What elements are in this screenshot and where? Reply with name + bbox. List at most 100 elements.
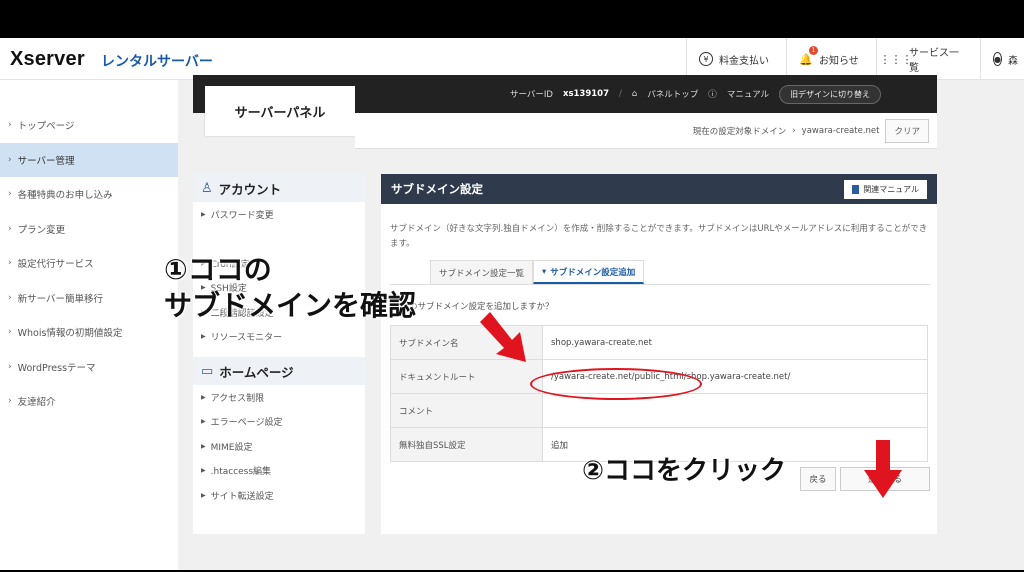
highlight-ellipse bbox=[530, 368, 702, 400]
sidebar-item-benefits[interactable]: › 各種特典のお申し込み bbox=[0, 177, 178, 212]
triangle-icon: ▶ bbox=[201, 418, 206, 426]
content-description: サブドメイン（好きな文字列.独自ドメイン）を作成・削除することができます。サブド… bbox=[390, 224, 928, 249]
server-panel-title: サーバーパネル bbox=[205, 86, 355, 136]
sidebar-item-label: 各種特典のお申し込み bbox=[17, 190, 113, 202]
notice-nav[interactable]: 🔔 1 お知らせ bbox=[786, 38, 876, 80]
sidebar-item-label: 友達紹介 bbox=[17, 397, 56, 409]
target-domain-bar: 現在の設定対象ドメイン › yawara-create.net クリア bbox=[355, 113, 937, 149]
window-icon: ▭ bbox=[201, 363, 214, 379]
top-header: Xserver レンタルサーバー ¥ 料金支払い 🔔 1 お知らせ ⋮⋮⋮ サービ… bbox=[0, 38, 1024, 80]
row-label: サブドメイン名 bbox=[390, 325, 543, 360]
tab-subdomain-add[interactable]: ▾ サブドメイン設定追加 bbox=[533, 260, 645, 284]
triangle-icon: ▶ bbox=[201, 442, 206, 450]
menu-item-site-redirect[interactable]: ▶ サイト転送設定 bbox=[193, 483, 365, 508]
user-icon: ● bbox=[993, 52, 1002, 66]
annotation-step2: ②ココをクリック bbox=[582, 456, 787, 486]
triangle-icon: ▶ bbox=[201, 333, 206, 341]
target-domain: yawara-create.net bbox=[801, 125, 880, 136]
homepage-header: ▭ ホームページ bbox=[193, 357, 365, 385]
sidebar-item-setup-service[interactable]: › 設定代行サービス bbox=[0, 246, 178, 281]
sidebar-item-top[interactable]: › トップページ bbox=[0, 108, 178, 143]
chevron-right-icon: › bbox=[8, 258, 12, 269]
menu-item-blank bbox=[193, 227, 365, 252]
sidebar-item-server-management[interactable]: › サーバー管理 bbox=[0, 142, 178, 177]
logo-subtitle: レンタルサーバー bbox=[101, 54, 213, 70]
chevron-right-icon: › bbox=[8, 189, 12, 200]
chevron-right-icon: › bbox=[8, 120, 12, 131]
target-domain-label: 現在の設定対象ドメイン bbox=[692, 126, 787, 137]
annotation-step1-line2: サブドメインを確認 bbox=[164, 289, 417, 322]
annotation-step1: ①ココの サブドメインを確認 bbox=[164, 252, 416, 324]
notice-badge: 1 bbox=[809, 46, 818, 55]
content-title: サブドメイン設定 bbox=[391, 182, 483, 196]
chevron-right-icon: › bbox=[8, 154, 12, 165]
sidebar-item-label: WordPressテーマ bbox=[17, 362, 96, 374]
menu-item-access-limit[interactable]: ▶ アクセス制限 bbox=[193, 385, 365, 410]
left-sidebar: › トップページ › サーバー管理 › 各種特典のお申し込み › プラン変更 › 設定代行… bbox=[0, 108, 178, 419]
menu-item-resource-monitor[interactable]: ▶ リソースモニター bbox=[193, 325, 365, 350]
panel-info: サーバーID xs139107 / ⌂ パネルトップ ⓘ マニュアル 旧デザイン… bbox=[510, 75, 882, 113]
billing-nav[interactable]: ¥ 料金支払い bbox=[686, 38, 786, 80]
server-id-label: サーバーID bbox=[510, 90, 553, 100]
book-icon bbox=[852, 184, 860, 194]
help-icon: ⓘ bbox=[708, 90, 717, 100]
home-icon: ⌂ bbox=[631, 89, 638, 99]
clear-button[interactable]: クリア bbox=[885, 118, 929, 143]
menu-item-error-page[interactable]: ▶ エラーページ設定 bbox=[193, 410, 365, 435]
annotation-step1-line1: ①ココの bbox=[164, 253, 272, 286]
sidebar-item-migration[interactable]: › 新サーバー簡単移行 bbox=[0, 281, 178, 316]
chevron-right-icon: › bbox=[8, 396, 12, 407]
row-label: ドキュメントルート bbox=[390, 359, 543, 394]
yen-icon: ¥ bbox=[699, 52, 713, 66]
sidebar-item-plan-change[interactable]: › プラン変更 bbox=[0, 212, 178, 247]
content-header: サブドメイン設定 関連マニュアル bbox=[381, 174, 937, 204]
user-nav[interactable]: ● 森 bbox=[980, 38, 1024, 80]
manual-link[interactable]: マニュアル bbox=[727, 88, 769, 100]
row-label: 無料独自SSL設定 bbox=[390, 427, 543, 462]
back-button[interactable]: 戻る bbox=[800, 467, 836, 491]
triangle-icon: ▶ bbox=[201, 210, 206, 218]
menu-item-password[interactable]: ▶ パスワード変更 bbox=[193, 202, 365, 227]
sidebar-item-label: 新サーバー簡単移行 bbox=[17, 293, 104, 305]
xserver-logo[interactable]: Xserver bbox=[10, 48, 85, 71]
confirm-message: 以下のサブドメイン設定を追加しますか？ bbox=[392, 302, 554, 312]
triangle-icon: ▶ bbox=[201, 393, 206, 401]
account-menu: ♙ アカウント ▶ パスワード変更 ▶ Cron設定 ▶ SSH設定 ▶ 二段階認証設定 … bbox=[193, 174, 365, 534]
sidebar-item-label: プラン変更 bbox=[17, 224, 66, 236]
chevron-right-icon: › bbox=[8, 223, 12, 234]
switch-design-button[interactable]: 旧デザインに切り替え bbox=[779, 84, 882, 104]
sidebar-item-label: サーバー管理 bbox=[17, 155, 75, 167]
sidebar-item-label: 設定代行サービス bbox=[17, 259, 94, 271]
services-nav[interactable]: ⋮⋮⋮ サービス一覧 bbox=[876, 38, 980, 80]
server-id: xs139107 bbox=[562, 89, 609, 99]
sidebar-item-label: Whois情報の初期値設定 bbox=[17, 328, 123, 340]
related-manual-button[interactable]: 関連マニュアル bbox=[844, 179, 927, 199]
tab-bar: サブドメイン設定一覧 ▾ サブドメイン設定追加 bbox=[430, 260, 645, 284]
user-name: 森 bbox=[1007, 55, 1018, 67]
triangle-icon: ▶ bbox=[201, 467, 206, 475]
sidebar-item-whois[interactable]: › Whois情報の初期値設定 bbox=[0, 315, 178, 350]
billing-label: 料金支払い bbox=[719, 55, 769, 67]
triangle-icon: ▶ bbox=[201, 491, 206, 499]
panel-top-link[interactable]: パネルトップ bbox=[647, 88, 698, 100]
person-icon: ♙ bbox=[201, 180, 213, 196]
table-row: サブドメイン名 shop.yawara-create.net bbox=[390, 325, 928, 360]
tab-subdomain-list[interactable]: サブドメイン設定一覧 bbox=[430, 260, 534, 284]
subdomain-value: shop.yawara-create.net bbox=[542, 325, 928, 360]
notice-label: お知らせ bbox=[819, 55, 859, 67]
menu-item-htaccess[interactable]: ▶ .htaccess編集 bbox=[193, 459, 365, 484]
sidebar-item-label: トップページ bbox=[17, 121, 75, 133]
grid-icon: ⋮⋮⋮ bbox=[879, 52, 913, 66]
table-row: コメント bbox=[390, 393, 928, 428]
sidebar-item-wordpress-theme[interactable]: › WordPressテーマ bbox=[0, 350, 178, 385]
row-label: コメント bbox=[390, 393, 543, 428]
sidebar-item-referral[interactable]: › 友達紹介 bbox=[0, 384, 178, 419]
account-header: ♙ アカウント bbox=[193, 174, 365, 202]
bell-icon: 🔔 1 bbox=[799, 46, 818, 66]
menu-item-mime[interactable]: ▶ MIME設定 bbox=[193, 434, 365, 459]
chevron-right-icon: › bbox=[8, 292, 12, 303]
chevron-down-icon: ▾ bbox=[542, 266, 547, 277]
services-label: サービス一覧 bbox=[909, 48, 959, 74]
chevron-right-icon: › bbox=[8, 361, 12, 372]
add-button[interactable]: 追加する bbox=[840, 467, 930, 491]
